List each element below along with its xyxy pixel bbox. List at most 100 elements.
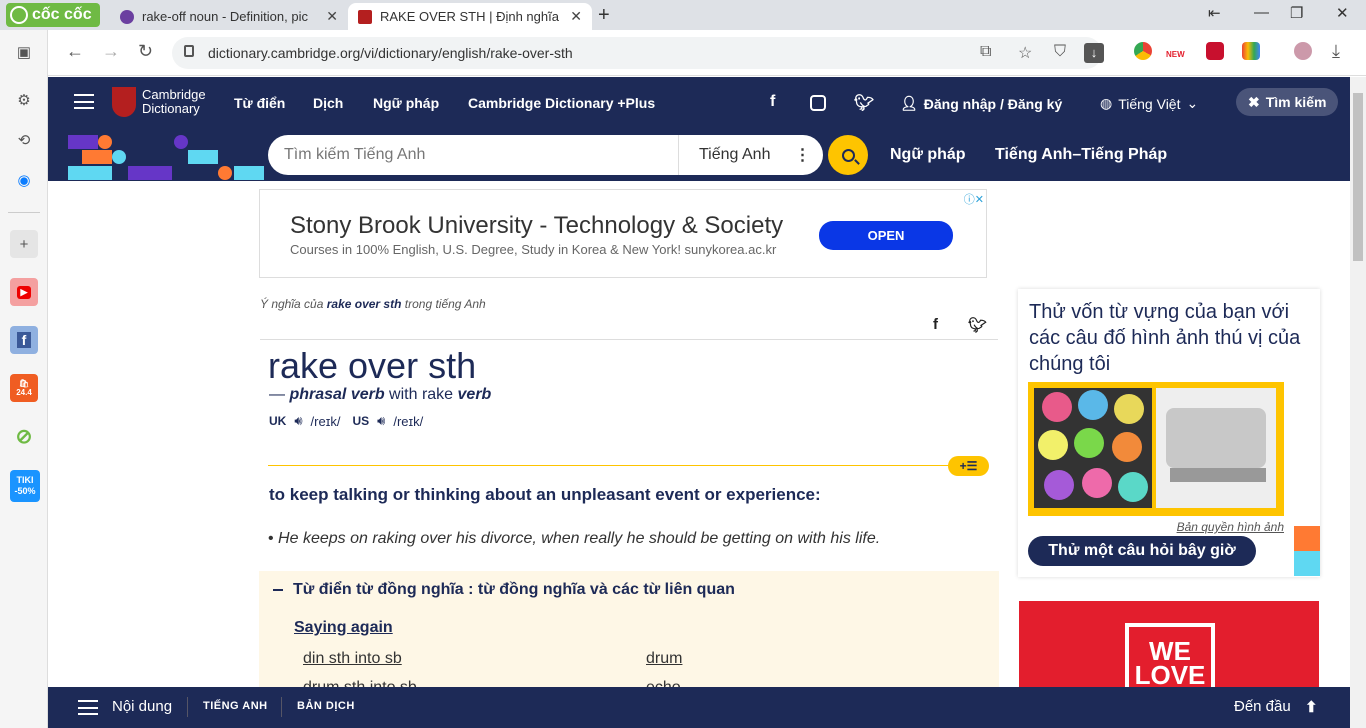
tab-rake-off[interactable]: rake-off noun - Definition, pic ✕ xyxy=(110,3,348,30)
thesaurus-title: Từ điển từ đồng nghĩa : từ đồng nghĩa và… xyxy=(293,581,735,598)
youtube-icon[interactable]: ▶ xyxy=(10,278,38,306)
search-input[interactable]: Tìm kiếm Tiếng Anh Tiếng Anh ⋮ xyxy=(268,135,823,175)
bullet: • xyxy=(268,530,279,547)
close-window-icon[interactable]: ✕ xyxy=(1336,4,1349,22)
paint-dot xyxy=(1074,428,1104,458)
ipa-us: /reɪk/ xyxy=(393,413,424,429)
related-word-link[interactable]: drum xyxy=(646,650,682,668)
ipa-uk: /reɪk/ xyxy=(310,413,341,429)
menu-icon[interactable] xyxy=(74,94,94,109)
search-language-selector[interactable]: Tiếng Anh ⋮ xyxy=(678,135,810,175)
add-list-icon: +☰ xyxy=(959,459,978,473)
quiz-images[interactable] xyxy=(1028,382,1284,516)
share-twitter-icon[interactable]: 🐦︎ xyxy=(968,316,987,334)
nav-plus[interactable]: Cambridge Dictionary +Plus xyxy=(468,95,655,111)
bookmark-star-icon[interactable]: ☆ xyxy=(1018,43,1032,63)
share-facebook-icon[interactable]: f xyxy=(933,316,938,333)
headword: rake over sth xyxy=(268,345,477,386)
maximize-icon[interactable]: ❐ xyxy=(1290,4,1303,22)
quiz-title: Thử vốn từ vựng của bạn với các câu đố h… xyxy=(1029,301,1301,375)
search-button[interactable] xyxy=(828,135,868,175)
ad-info-close-icon[interactable]: ⓘ✕ xyxy=(964,191,984,207)
chrome-extension-icon[interactable] xyxy=(1134,42,1152,60)
color-extension-icon[interactable] xyxy=(1242,42,1260,60)
thesaurus-toggle[interactable]: Từ điển từ đồng nghĩa : từ đồng nghĩa và… xyxy=(273,581,735,599)
minimize-icon[interactable]: — xyxy=(1254,4,1269,21)
tab-close-icon[interactable]: ✕ xyxy=(326,8,338,25)
login-label: Đăng nhập / Đăng ký xyxy=(923,95,1063,112)
paint-dot xyxy=(1082,468,1112,498)
ad-open-button[interactable]: OPEN xyxy=(819,221,953,250)
translate-icon[interactable]: ⧉ xyxy=(980,43,991,61)
decoration xyxy=(68,166,112,180)
nav-grammar[interactable]: Ngữ pháp xyxy=(373,95,439,111)
pdf-extension-icon[interactable] xyxy=(1206,42,1224,60)
side-ad[interactable]: WE LOVE xyxy=(1019,601,1319,687)
nav-translate[interactable]: Dịch xyxy=(313,95,343,111)
facebook-icon[interactable]: f xyxy=(10,326,38,354)
tab-english[interactable]: TIẾNG ANH xyxy=(203,700,268,712)
arrow-up-circle-icon[interactable]: ⬆︎ xyxy=(1305,698,1318,716)
back-icon[interactable]: ← xyxy=(66,41,84,62)
contents-link[interactable]: Nội dung xyxy=(112,698,172,715)
related-word-link[interactable]: din sth into sb xyxy=(303,650,402,668)
decoration xyxy=(98,135,112,149)
audio-uk-icon[interactable]: 🔊︎ xyxy=(294,413,302,429)
tab-close-icon[interactable]: ✕ xyxy=(570,8,582,25)
region-us: US xyxy=(352,414,370,428)
machine-base xyxy=(1170,468,1266,482)
image-credit-link[interactable]: Bản quyền hình ảnh xyxy=(1177,520,1284,534)
tab-translation[interactable]: BẢN DỊCH xyxy=(297,700,355,712)
definition: to keep talking or thinking about an unp… xyxy=(269,485,821,504)
decoration xyxy=(112,150,126,164)
ad-banner[interactable]: Stony Brook University - Technology & So… xyxy=(259,189,987,278)
cambridge-logo[interactable]: Cambridge Dictionary xyxy=(112,87,206,117)
browser-brand-label: cốc cốc xyxy=(32,6,92,23)
page-scrollbar[interactable] xyxy=(1350,77,1366,728)
settings-icon[interactable]: ⚙ xyxy=(10,86,38,114)
bottom-bar: Nội dung TIẾNG ANH BẢN DỊCH Đến đầu ⬆︎ xyxy=(48,687,1350,728)
instagram-icon[interactable] xyxy=(810,95,826,111)
browser-brand-button[interactable]: cốc cốc xyxy=(6,3,100,27)
address-bar[interactable]: dictionary.cambridge.org/vi/dictionary/e… xyxy=(172,37,1104,69)
messenger-icon[interactable]: ◉ xyxy=(10,166,38,194)
add-to-wordlist-button[interactable]: +☰ xyxy=(948,456,989,476)
quiz-start-button[interactable]: Thử một câu hỏi bây giờ xyxy=(1028,536,1256,566)
audio-us-icon[interactable]: 🔊︎ xyxy=(377,413,385,429)
profile-avatar[interactable] xyxy=(1294,42,1312,60)
separator xyxy=(187,697,188,717)
back-to-top-link[interactable]: Đến đầu xyxy=(1234,698,1291,715)
download-page-icon[interactable]: ↓ xyxy=(1084,43,1104,63)
language-selector[interactable]: ◍ Tiếng Việt ⌄ xyxy=(1100,95,1198,112)
tab-search-icon[interactable]: ⇤ xyxy=(1208,4,1221,22)
contents-menu-icon[interactable] xyxy=(78,700,98,715)
search-toggle-button[interactable]: ✖ Tìm kiếm xyxy=(1236,88,1339,116)
login-link[interactable]: 👤︎ Đăng nhập / Đăng ký xyxy=(900,95,1062,112)
facebook-icon[interactable]: f xyxy=(770,93,775,111)
pos-verb-link[interactable]: verb xyxy=(458,386,492,403)
tiki-icon[interactable]: TIKI -50% xyxy=(10,470,40,502)
sidebar-toggle-icon[interactable]: ▣ xyxy=(10,38,38,66)
site-header: Cambridge Dictionary Từ điển Dịch Ngữ ph… xyxy=(48,77,1350,129)
coccoc-search-icon[interactable]: ⊘ xyxy=(10,422,38,450)
tab-rake-over[interactable]: RAKE OVER STH | Định nghĩa ✕ xyxy=(348,3,592,30)
shield-icon[interactable]: ⛉ xyxy=(1054,43,1066,61)
scrollbar-thumb[interactable] xyxy=(1353,93,1363,261)
band-link-en-fr[interactable]: Tiếng Anh–Tiếng Pháp xyxy=(995,146,1167,164)
pos-label: phrasal verb xyxy=(289,386,385,403)
paint-dot xyxy=(1114,394,1144,424)
oxford-favicon-icon xyxy=(120,9,134,24)
band-link-grammar[interactable]: Ngữ pháp xyxy=(890,146,966,164)
shopee-icon[interactable]: 🛍 24.4 xyxy=(10,374,38,402)
twitter-icon[interactable]: 🐦︎ xyxy=(854,93,874,113)
thesaurus-group-link[interactable]: Saying again xyxy=(294,619,393,637)
new-tab-icon[interactable]: + xyxy=(598,4,610,27)
crumb-post: trong tiếng Anh xyxy=(401,297,486,311)
forward-icon[interactable]: → xyxy=(102,41,120,62)
add-app-icon[interactable]: + xyxy=(10,230,38,258)
reload-icon[interactable]: ↻ xyxy=(138,41,153,62)
new-extension-icon[interactable]: NEW xyxy=(1166,42,1185,60)
nav-dictionary[interactable]: Từ điển xyxy=(234,95,285,111)
downloads-icon[interactable]: ⤓ xyxy=(1332,41,1340,62)
history-icon[interactable]: ⟲ xyxy=(10,126,38,154)
